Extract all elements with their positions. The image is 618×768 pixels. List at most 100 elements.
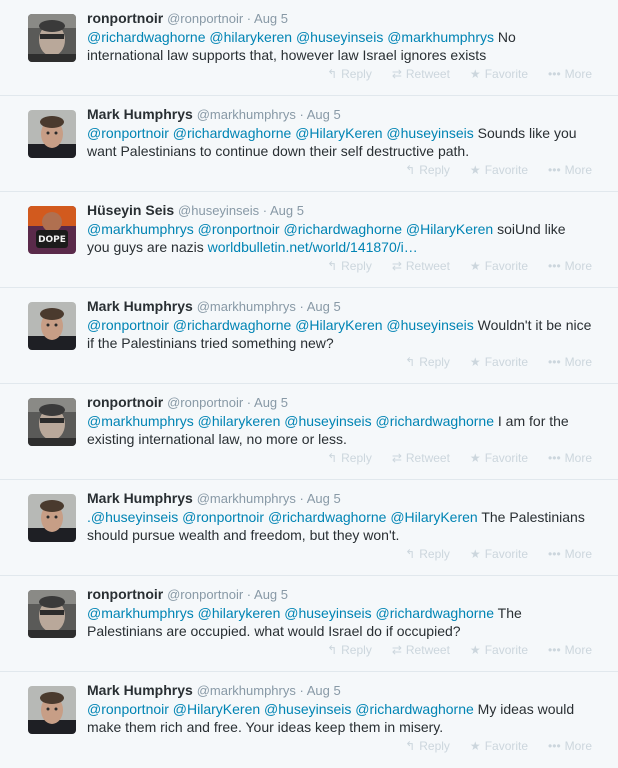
- author-username[interactable]: @huseyinseis: [178, 203, 259, 218]
- tweet-timestamp[interactable]: Aug 5: [254, 11, 288, 26]
- retweet-button[interactable]: ⇄ Retweet: [392, 259, 450, 273]
- more-button[interactable]: ••• More: [548, 163, 592, 177]
- more-button[interactable]: ••• More: [548, 451, 592, 465]
- tweet-actions: ↰ Reply ⇄ Retweet ★ Favorite ••• More: [307, 67, 592, 81]
- tweet-timestamp[interactable]: Aug 5: [307, 491, 341, 506]
- star-icon: ★: [469, 67, 481, 81]
- author-username[interactable]: @markhumphrys: [197, 299, 296, 314]
- author-username[interactable]: @markhumphrys: [197, 491, 296, 506]
- tweet-mentions[interactable]: @ronportnoir @richardwaghorne @HilaryKer…: [87, 317, 474, 333]
- reply-button[interactable]: ↰ Reply: [405, 547, 450, 561]
- more-button[interactable]: ••• More: [548, 739, 592, 753]
- reply-icon: ↰: [405, 163, 416, 177]
- tweet-content: Mark Humphrys @markhumphrys · Aug 5 @ronp…: [87, 297, 592, 352]
- star-icon: ★: [469, 547, 481, 561]
- reply-button[interactable]: ↰ Reply: [327, 643, 372, 657]
- tweet-mentions[interactable]: @ronportnoir @richardwaghorne @HilaryKer…: [87, 125, 474, 141]
- author-fullname[interactable]: Mark Humphrys: [87, 298, 193, 314]
- reply-button[interactable]: ↰ Reply: [327, 451, 372, 465]
- tweet-feed: ronportnoir @ronportnoir · Aug 5 @richard…: [0, 0, 618, 768]
- author-username[interactable]: @markhumphrys: [197, 107, 296, 122]
- separator: ·: [295, 107, 307, 122]
- reply-button[interactable]: ↰ Reply: [405, 355, 450, 369]
- more-icon: •••: [548, 739, 561, 753]
- retweet-icon: ⇄: [391, 67, 402, 81]
- author-fullname[interactable]: ronportnoir: [87, 586, 163, 602]
- tweet-mentions[interactable]: @markhumphrys @ronportnoir @richardwagho…: [87, 221, 493, 237]
- avatar[interactable]: [28, 494, 76, 542]
- tweet-header: Hüseyin Seis @huseyinseis · Aug 5: [87, 201, 592, 220]
- separator: ·: [243, 587, 255, 602]
- avatar[interactable]: [28, 110, 76, 158]
- separator: ·: [259, 203, 271, 218]
- retweet-button[interactable]: ⇄ Retweet: [392, 451, 450, 465]
- tweet-timestamp[interactable]: Aug 5: [254, 395, 288, 410]
- tweet[interactable]: Mark Humphrys @markhumphrys · Aug 5 @ronp…: [0, 672, 618, 768]
- reply-button[interactable]: ↰ Reply: [405, 163, 450, 177]
- star-icon: ★: [469, 259, 481, 273]
- tweet[interactable]: Mark Humphrys @markhumphrys · Aug 5 @ronp…: [0, 288, 618, 384]
- author-fullname[interactable]: Mark Humphrys: [87, 490, 193, 506]
- avatar[interactable]: [28, 302, 76, 350]
- tweet[interactable]: Mark Humphrys @markhumphrys · Aug 5 @ronp…: [0, 96, 618, 192]
- favorite-button[interactable]: ★ Favorite: [470, 547, 528, 561]
- reply-button[interactable]: ↰ Reply: [405, 739, 450, 753]
- separator: ·: [295, 299, 307, 314]
- favorite-button[interactable]: ★ Favorite: [470, 259, 528, 273]
- tweet[interactable]: ronportnoir @ronportnoir · Aug 5 @markhum…: [0, 384, 618, 480]
- tweet-mentions[interactable]: @markhumphrys @hilarykeren @huseyinseis …: [87, 605, 494, 621]
- avatar[interactable]: [28, 590, 76, 638]
- reply-icon: ↰: [327, 451, 338, 465]
- tweet[interactable]: DOPE Hüseyin Seis @huseyinseis · Aug 5 @ma…: [0, 192, 618, 288]
- favorite-button[interactable]: ★ Favorite: [470, 643, 528, 657]
- more-button[interactable]: ••• More: [548, 643, 592, 657]
- avatar[interactable]: [28, 398, 76, 446]
- author-fullname[interactable]: Hüseyin Seis: [87, 202, 174, 218]
- reply-button[interactable]: ↰ Reply: [327, 259, 372, 273]
- tweet[interactable]: Mark Humphrys @markhumphrys · Aug 5 .@hus…: [0, 480, 618, 576]
- author-fullname[interactable]: Mark Humphrys: [87, 106, 193, 122]
- separator: ·: [243, 395, 255, 410]
- favorite-button[interactable]: ★ Favorite: [470, 739, 528, 753]
- favorite-button[interactable]: ★ Favorite: [470, 355, 528, 369]
- star-icon: ★: [469, 355, 481, 369]
- tweet-timestamp[interactable]: Aug 5: [307, 107, 341, 122]
- author-username[interactable]: @ronportnoir: [167, 395, 243, 410]
- reply-icon: ↰: [405, 355, 416, 369]
- tweet[interactable]: ronportnoir @ronportnoir · Aug 5 @markhum…: [0, 576, 618, 672]
- tweet-mentions[interactable]: @ronportnoir @HilaryKeren @huseyinseis @…: [87, 701, 474, 717]
- retweet-button[interactable]: ⇄ Retweet: [392, 67, 450, 81]
- tweet-mentions[interactable]: @markhumphrys @hilarykeren @huseyinseis …: [87, 413, 494, 429]
- favorite-button[interactable]: ★ Favorite: [470, 67, 528, 81]
- tweet-header: Mark Humphrys @markhumphrys · Aug 5: [87, 489, 592, 508]
- author-username[interactable]: @ronportnoir: [167, 11, 243, 26]
- tweet-timestamp[interactable]: Aug 5: [307, 683, 341, 698]
- tweet-timestamp[interactable]: Aug 5: [254, 587, 288, 602]
- retweet-button[interactable]: ⇄ Retweet: [392, 643, 450, 657]
- tweet-timestamp[interactable]: Aug 5: [307, 299, 341, 314]
- tweet-timestamp[interactable]: Aug 5: [270, 203, 304, 218]
- author-username[interactable]: @ronportnoir: [167, 587, 243, 602]
- author-username[interactable]: @markhumphrys: [197, 683, 296, 698]
- more-button[interactable]: ••• More: [548, 355, 592, 369]
- tweet-link[interactable]: worldbulletin.net/world/141870/i…: [208, 239, 418, 255]
- reply-icon: ↰: [405, 739, 416, 753]
- more-button[interactable]: ••• More: [548, 547, 592, 561]
- favorite-button[interactable]: ★ Favorite: [470, 163, 528, 177]
- tweet-header: ronportnoir @ronportnoir · Aug 5: [87, 9, 592, 28]
- author-fullname[interactable]: ronportnoir: [87, 10, 163, 26]
- avatar[interactable]: [28, 14, 76, 62]
- tweet[interactable]: ronportnoir @ronportnoir · Aug 5 @richard…: [0, 0, 618, 96]
- tweet-mentions[interactable]: .@huseyinseis @ronportnoir @richardwagho…: [87, 509, 478, 525]
- reply-button[interactable]: ↰ Reply: [327, 67, 372, 81]
- author-fullname[interactable]: ronportnoir: [87, 394, 163, 410]
- favorite-button[interactable]: ★ Favorite: [470, 451, 528, 465]
- tweet-mentions[interactable]: @richardwaghorne @hilarykeren @huseyinse…: [87, 29, 494, 45]
- avatar[interactable]: [28, 686, 76, 734]
- tweet-actions: ↰ Reply ★ Favorite ••• More: [385, 547, 592, 561]
- avatar[interactable]: DOPE: [28, 206, 76, 254]
- tweet-header: ronportnoir @ronportnoir · Aug 5: [87, 585, 592, 604]
- more-button[interactable]: ••• More: [548, 259, 592, 273]
- more-button[interactable]: ••• More: [548, 67, 592, 81]
- author-fullname[interactable]: Mark Humphrys: [87, 682, 193, 698]
